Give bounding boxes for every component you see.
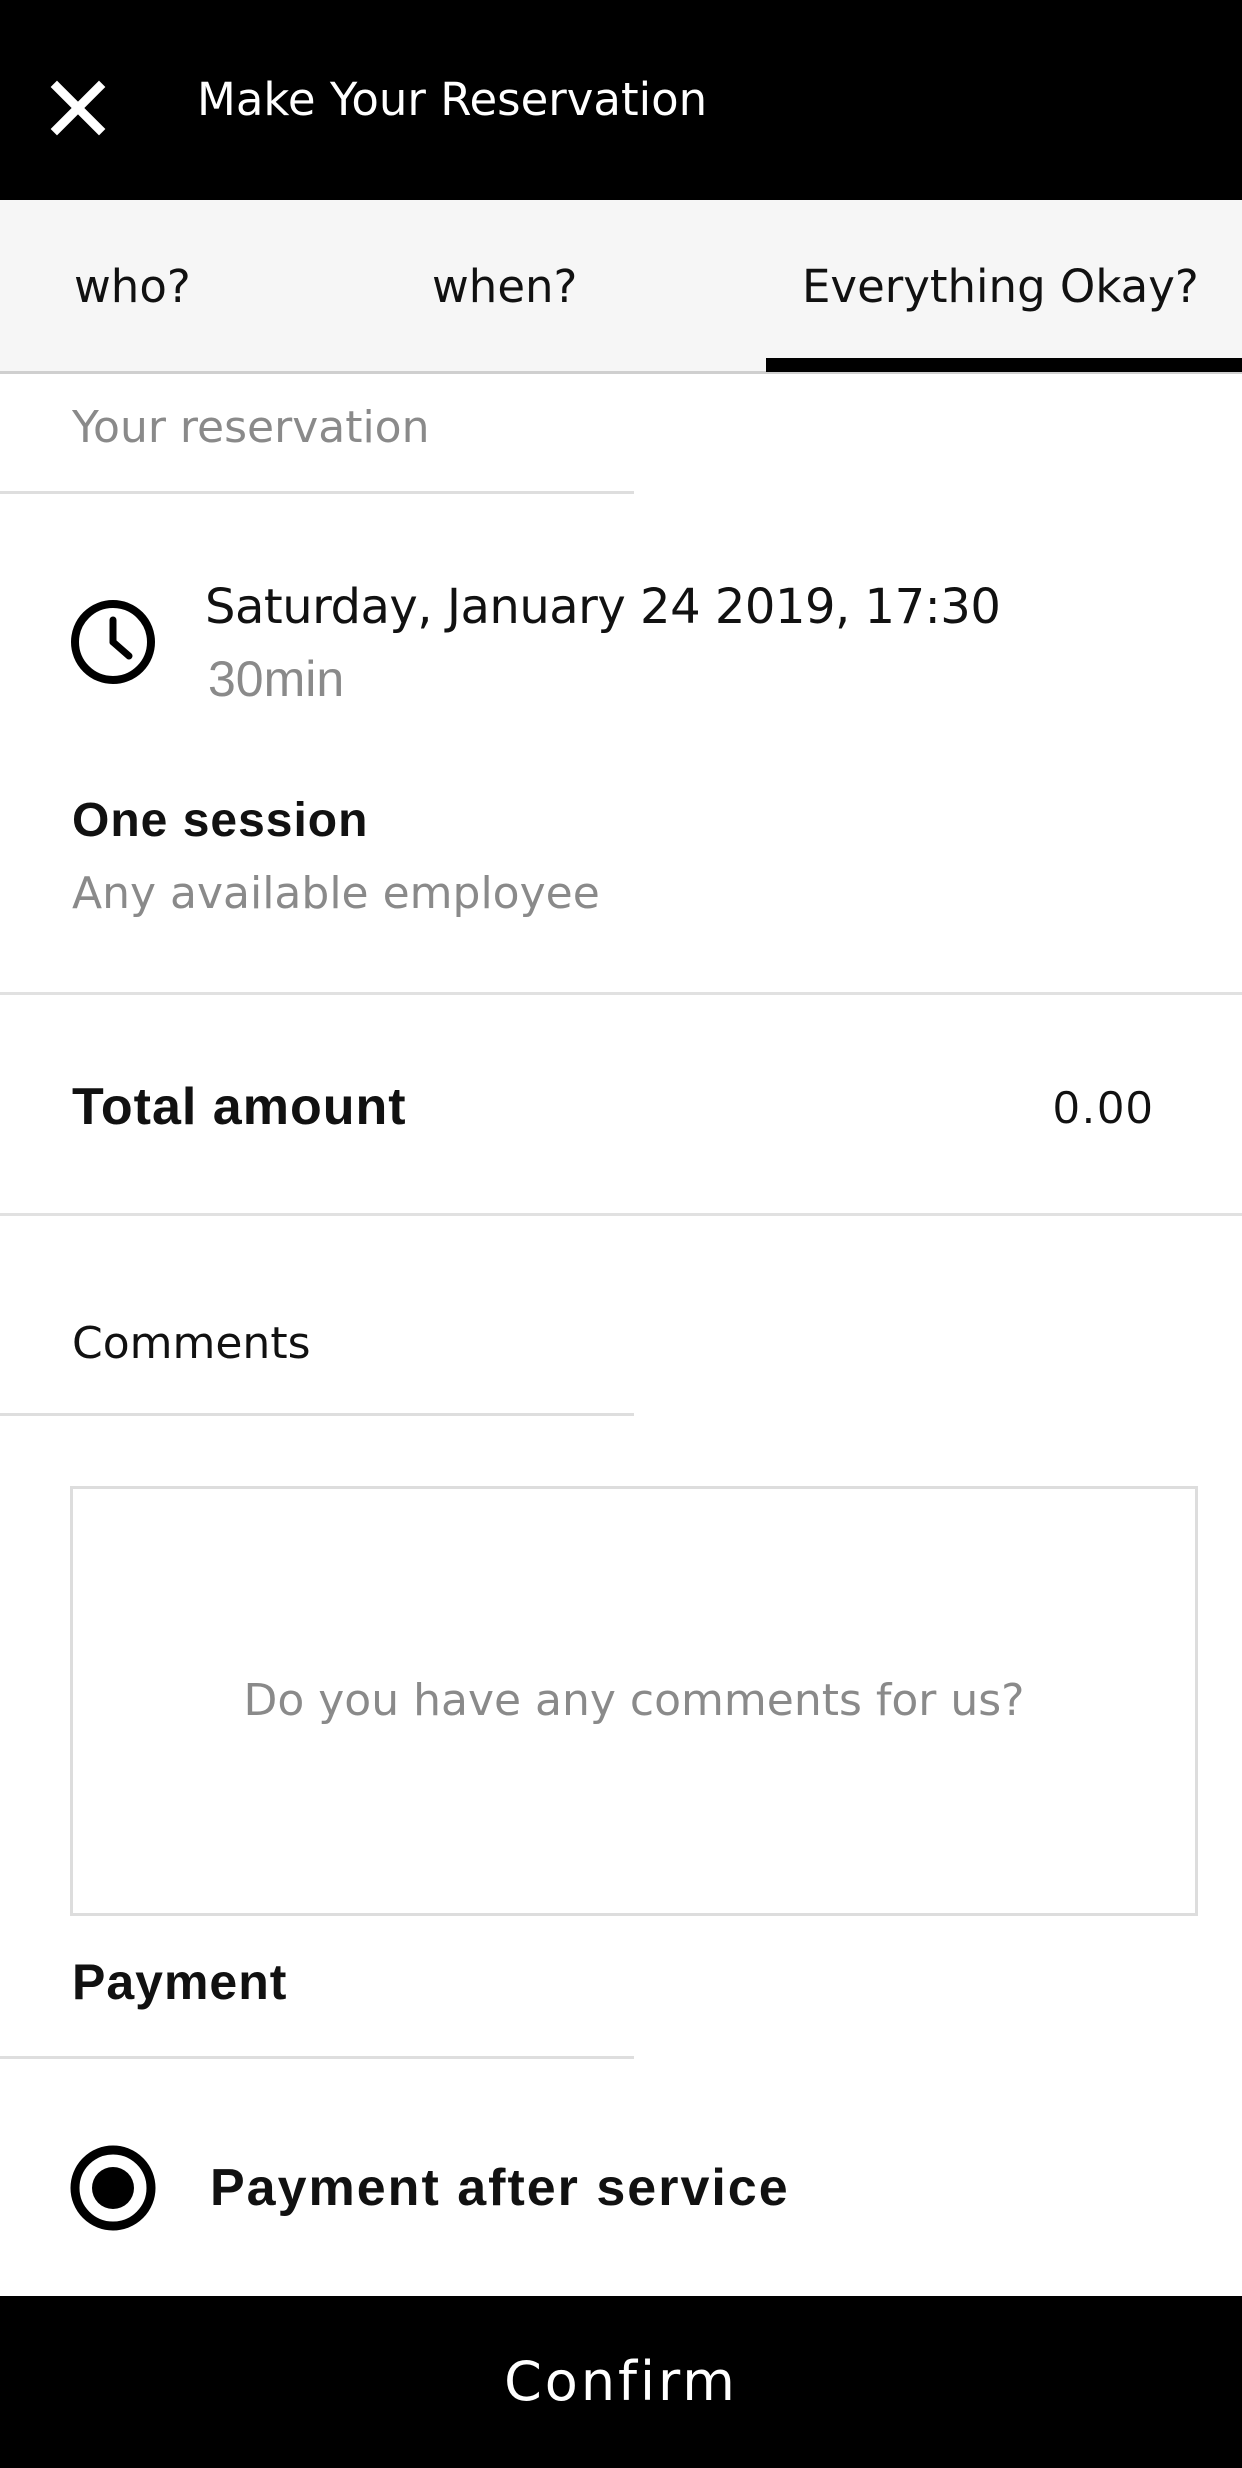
reservation-duration: 30min xyxy=(208,651,345,707)
tab-who[interactable]: who? xyxy=(74,200,191,374)
confirm-button[interactable]: Confirm xyxy=(0,2296,1242,2468)
total-amount-label: Total amount xyxy=(72,1078,407,1136)
app-header: Make Your Reservation xyxy=(0,0,1242,200)
comments-section-label: Comments xyxy=(72,1318,311,1369)
tab-when[interactable]: when? xyxy=(432,200,577,374)
page-title: Make Your Reservation xyxy=(197,73,708,126)
payment-section-divider xyxy=(0,2056,634,2059)
step-tabs: who? when? Everything Okay? xyxy=(0,200,1242,374)
close-icon[interactable] xyxy=(40,70,116,146)
clock-icon xyxy=(71,600,155,684)
reservation-section-divider xyxy=(0,491,634,494)
payment-section-label: Payment xyxy=(72,1954,288,2010)
total-amount-value: 0.00 xyxy=(1053,1081,1155,1133)
divider xyxy=(0,1213,1242,1216)
comments-section-divider xyxy=(0,1413,634,1416)
payment-after-service-option[interactable]: Payment after service xyxy=(68,2143,790,2233)
reservation-section-label: Your reservation xyxy=(72,402,430,453)
employee-name: Any available employee xyxy=(72,868,600,919)
radio-selected-icon[interactable] xyxy=(68,2143,158,2233)
divider xyxy=(0,992,1242,995)
active-tab-indicator xyxy=(766,358,1242,372)
tab-everything-okay[interactable]: Everything Okay? xyxy=(766,200,1242,374)
service-name: One session xyxy=(72,794,369,847)
reservation-date-time: Saturday, January 24 2019, 17:30 xyxy=(205,579,1001,635)
payment-option-label: Payment after service xyxy=(210,2159,790,2217)
confirm-button-label: Confirm xyxy=(504,2350,738,2413)
comments-textarea[interactable]: Do you have any comments for us? xyxy=(70,1486,1198,1916)
comments-placeholder: Do you have any comments for us? xyxy=(243,1675,1025,1726)
